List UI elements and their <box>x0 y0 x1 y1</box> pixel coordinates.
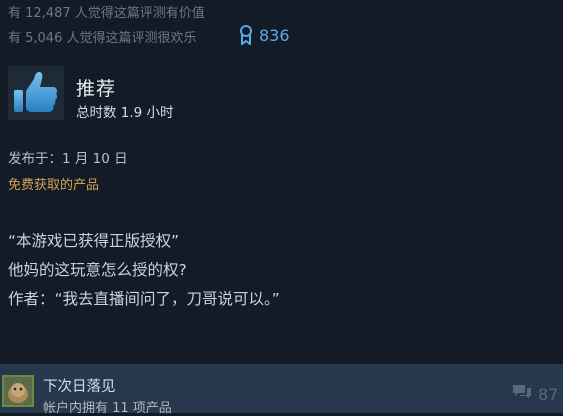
comment-count: 87 <box>538 384 559 404</box>
review-body: “本游戏已获得正版授权” 他妈的这玩意怎么授的权? 作者：“我去直播间问了，刀哥… <box>8 227 280 314</box>
award-count: 836 <box>259 25 290 45</box>
author-product-count: 帐户内拥有 11 项产品 <box>43 401 172 416</box>
comment-bubble-icon <box>511 383 533 405</box>
recommendation-title[interactable]: 推荐 <box>76 74 116 101</box>
helpful-count-text: 有 12,487 人觉得这篇评测有价值 <box>8 6 205 21</box>
posted-date: 发布于：1 月 10 日 <box>8 151 128 167</box>
funny-count-text: 有 5,046 人觉得这篇评测很欢乐 <box>8 31 197 46</box>
review-line: 他妈的这玩意怎么授的权? <box>8 261 187 279</box>
comments-button[interactable]: 87 <box>511 383 558 405</box>
award-badge[interactable]: 836 <box>239 24 290 46</box>
thumbs-up-icon <box>8 66 64 120</box>
free-product-label: 免费获取的产品 <box>8 178 100 193</box>
avatar[interactable] <box>2 375 34 407</box>
review-line: 作者：“我去直播间问了，刀哥说可以。” <box>8 290 280 308</box>
award-ribbon-icon <box>239 25 253 45</box>
author-name[interactable]: 下次日落见 <box>43 375 116 396</box>
review-card: 有 12,487 人觉得这篇评测有价值 有 5,046 人觉得这篇评测很欢乐 8… <box>0 0 563 364</box>
review-line: “本游戏已获得正版授权” <box>8 232 180 250</box>
hours-played: 总时数 1.9 小时 <box>76 105 174 121</box>
author-bar: 下次日落见 帐户内拥有 11 项产品 87 <box>0 364 563 416</box>
